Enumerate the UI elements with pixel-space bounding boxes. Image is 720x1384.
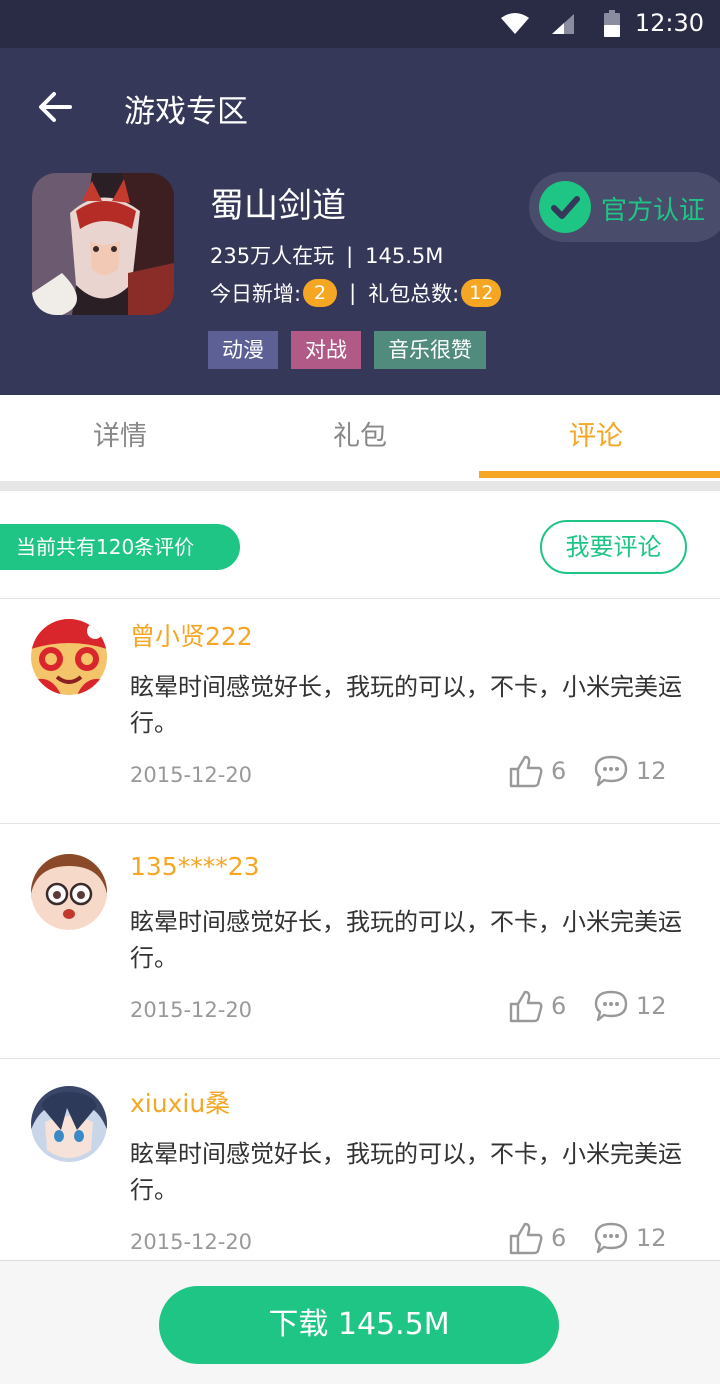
tab-details[interactable]: 详情: [0, 395, 240, 481]
game-name: 蜀山剑道: [210, 186, 346, 226]
comment-date: 2015-12-20: [130, 1230, 253, 1254]
comment-text: 眩晕时间感觉好长，我玩的可以，不卡，小米完美运行。: [130, 673, 682, 737]
players-count: 235万人在玩: [210, 244, 335, 268]
status-bar: 12:30: [0, 0, 720, 48]
thumbs-up-icon: [509, 755, 543, 788]
game-header: 游戏专区 蜀山剑道 235万人在玩 | 145.5M 今日新增: 2 | 礼包总数:…: [0, 48, 720, 395]
speech-bubble-icon: [594, 1222, 628, 1254]
comment-item: xiuxiu桑 眩晕时间感觉好长，我玩的可以，不卡，小米完美运行。 2015-1…: [0, 1066, 720, 1266]
gift-total-label: 礼包总数:: [368, 282, 460, 306]
reply-count: 12: [636, 1224, 667, 1252]
tag-music[interactable]: 音乐很赞: [374, 331, 486, 369]
download-button[interactable]: 下载 145.5M: [159, 1286, 559, 1364]
reply-count: 12: [636, 757, 667, 785]
like-count: 6: [551, 757, 567, 785]
reply-button[interactable]: 12: [594, 986, 667, 1026]
separator: |: [346, 244, 354, 268]
tag-anime[interactable]: 动漫: [208, 331, 278, 369]
game-icon-image: [32, 173, 174, 315]
game-tags: 动漫 对战 音乐很赞: [208, 331, 486, 369]
tab-comments[interactable]: 评论: [476, 395, 716, 481]
status-time: 12:30: [634, 9, 704, 37]
comment-username[interactable]: xiuxiu桑: [130, 1084, 230, 1120]
separator: |: [349, 281, 357, 305]
bottom-action-bar: 下载 145.5M: [0, 1260, 720, 1384]
tag-battle[interactable]: 对战: [291, 331, 361, 369]
today-new-label: 今日新增:: [210, 282, 302, 306]
thumbs-up-icon: [509, 1222, 543, 1255]
comments-summary: 当前共有120条评价 我要评论: [0, 491, 720, 599]
active-tab-indicator: [479, 471, 720, 478]
reply-button[interactable]: 12: [594, 1218, 667, 1258]
comment-text: 眩晕时间感觉好长，我玩的可以，不卡，小米完美运行。: [130, 1140, 682, 1204]
comment-username[interactable]: 曾小贤222: [130, 617, 253, 653]
reply-button[interactable]: 12: [594, 751, 667, 791]
like-count: 6: [551, 992, 567, 1020]
page-title: 游戏专区: [124, 94, 248, 130]
comment-username[interactable]: 135****23: [130, 852, 260, 881]
avatar[interactable]: [31, 1086, 107, 1162]
comment-date: 2015-12-20: [130, 998, 253, 1022]
comment-item: 135****23 眩晕时间感觉好长，我玩的可以，不卡，小米完美运行。 2015…: [0, 834, 720, 1059]
signal-icon: [552, 14, 574, 34]
game-size: 145.5M: [365, 244, 444, 268]
tab-bar: 详情 礼包 评论: [0, 395, 720, 481]
official-verified-badge: 官方认证: [529, 172, 720, 242]
today-new-badge: 2: [303, 279, 338, 307]
speech-bubble-icon: [594, 990, 628, 1022]
avatar[interactable]: [31, 619, 107, 695]
comment-item: 曾小贤222 眩晕时间感觉好长，我玩的可以，不卡，小米完美运行。 2015-12…: [0, 599, 720, 824]
like-button[interactable]: 6: [509, 1218, 566, 1258]
back-arrow-icon[interactable]: [36, 88, 74, 126]
like-button[interactable]: 6: [509, 986, 566, 1026]
verified-label: 官方认证: [601, 196, 706, 226]
comment-text: 眩晕时间感觉好长，我玩的可以，不卡，小米完美运行。: [130, 908, 682, 972]
section-divider: [0, 481, 720, 491]
gift-total-badge: 12: [461, 279, 502, 307]
write-comment-button[interactable]: 我要评论: [540, 520, 687, 574]
wifi-icon: [501, 13, 529, 34]
like-button[interactable]: 6: [509, 751, 566, 791]
battery-icon: [604, 10, 620, 37]
comment-date: 2015-12-20: [130, 763, 253, 787]
comment-count-badge: 当前共有120条评价: [0, 524, 240, 570]
game-stats: 235万人在玩 | 145.5M: [210, 240, 443, 270]
game-counts: 今日新增: 2 | 礼包总数: 12: [210, 278, 502, 308]
thumbs-up-icon: [509, 990, 543, 1023]
reply-count: 12: [636, 992, 667, 1020]
avatar[interactable]: [31, 854, 107, 930]
tab-gifts[interactable]: 礼包: [240, 395, 480, 481]
speech-bubble-icon: [594, 755, 628, 787]
check-circle-icon: [539, 181, 591, 233]
like-count: 6: [551, 1224, 567, 1252]
